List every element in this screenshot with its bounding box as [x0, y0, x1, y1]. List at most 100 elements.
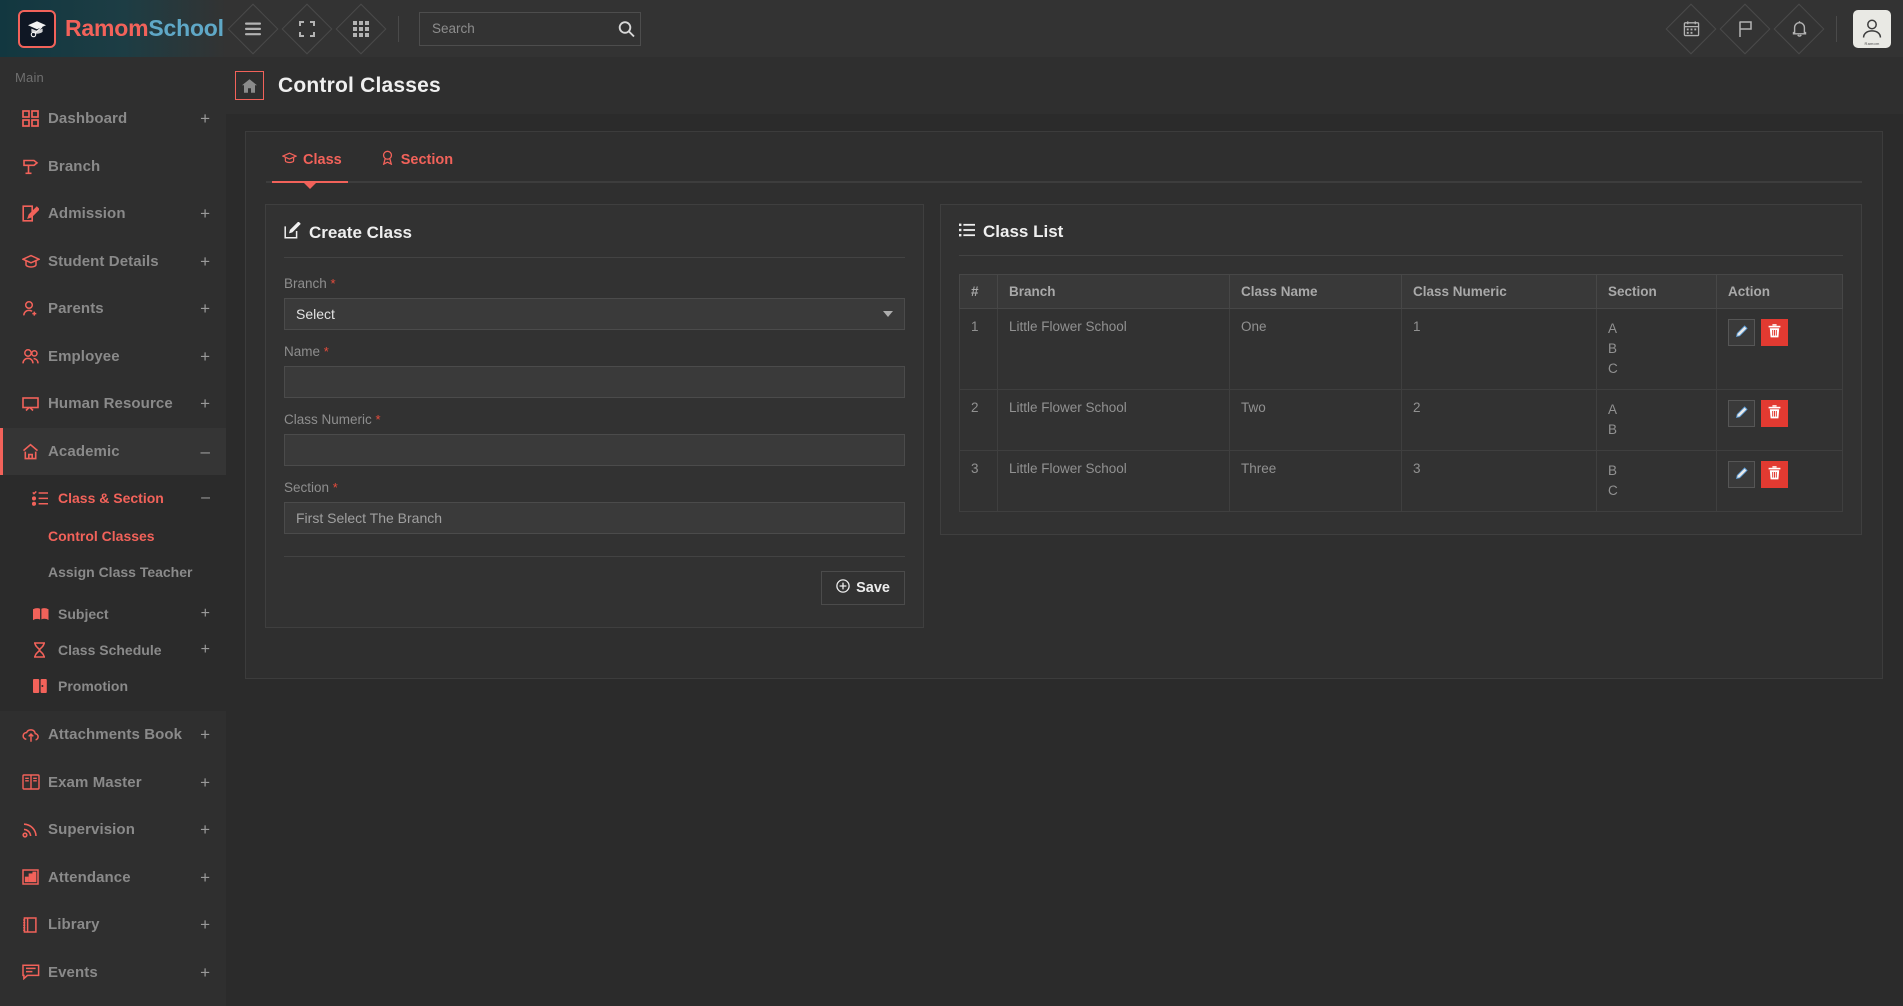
expander-icon[interactable]: + [200, 110, 210, 127]
expander-icon[interactable]: + [200, 253, 210, 270]
delete-button[interactable] [1761, 400, 1788, 427]
expander-icon[interactable]: + [200, 916, 210, 933]
section-value: B [1608, 341, 1618, 356]
search-icon[interactable] [618, 20, 635, 37]
sidebar-item-human-resource[interactable]: Human Resource + [0, 380, 226, 428]
grid-apps-icon[interactable] [334, 2, 388, 56]
sidebar-item-assign-class-teacher[interactable]: Assign Class Teacher [0, 554, 226, 590]
cell-class-name: Three [1229, 450, 1402, 512]
class-numeric-label-text: Class Numeric [284, 412, 372, 427]
delete-button[interactable] [1761, 319, 1788, 346]
table-row[interactable]: 3 Little Flower School Three 3 B C [959, 450, 1843, 512]
action-buttons [1728, 461, 1831, 488]
sidebar-item-class-and-section[interactable]: Class & Section – [0, 480, 226, 516]
library-book-icon [22, 917, 48, 933]
top-bar: Ramom School Search Ramom [0, 0, 1903, 57]
branch-label-text: Branch [284, 276, 327, 291]
cell-branch: Little Flower School [997, 308, 1230, 390]
sidebar-item-admission[interactable]: Admission + [0, 190, 226, 238]
sidebar-item-student-details[interactable]: Student Details + [0, 238, 226, 286]
expander-icon[interactable]: + [200, 348, 210, 365]
sidebar-item-promotion[interactable]: Promotion [0, 668, 226, 704]
branch-select[interactable]: Select [284, 298, 905, 330]
sidebar-item-dashboard[interactable]: Dashboard + [0, 95, 226, 143]
cell-branch: Little Flower School [997, 389, 1230, 451]
book-open-icon [32, 606, 58, 622]
hourglass-icon [32, 642, 58, 658]
search-box[interactable] [419, 11, 641, 46]
class-numeric-label: Class Numeric * [284, 412, 905, 427]
sidebar-item-label: Student Details [48, 252, 159, 270]
name-input[interactable] [284, 366, 905, 398]
name-label: Name * [284, 344, 905, 359]
name-field-group: Name * [284, 344, 905, 398]
sidebar-item-class-schedule[interactable]: Class Schedule + [0, 632, 226, 668]
expander-icon[interactable]: – [201, 490, 210, 506]
branch-select-value: Select [296, 306, 335, 322]
sidebar-item-parents[interactable]: Parents + [0, 285, 226, 333]
expander-icon[interactable]: + [201, 642, 210, 658]
expander-icon[interactable]: + [200, 205, 210, 222]
sidebar-item-attachments-book[interactable]: Attachments Book + [0, 711, 226, 759]
sidebar-item-supervision[interactable]: Supervision + [0, 806, 226, 854]
tab-section[interactable]: Section [380, 150, 453, 181]
class-section-submenu: Control Classes Assign Class Teacher [0, 516, 226, 596]
brand-name-second: School [148, 15, 224, 41]
hamburger-icon[interactable] [226, 2, 280, 56]
flag-icon[interactable] [1718, 2, 1772, 56]
section-placeholder-box[interactable]: First Select The Branch [284, 502, 905, 534]
sidebar-item-events[interactable]: Events + [0, 949, 226, 997]
sidebar-section-label: Main [15, 70, 44, 85]
expander-icon[interactable]: + [200, 774, 210, 791]
expander-icon[interactable]: – [201, 443, 210, 460]
sidebar-item-control-classes[interactable]: Control Classes [0, 518, 226, 554]
save-button[interactable]: Save [821, 571, 905, 605]
calendar-icon[interactable] [1664, 2, 1718, 56]
name-label-text: Name [284, 344, 321, 359]
expander-icon[interactable]: + [200, 726, 210, 743]
edit-button[interactable] [1728, 319, 1755, 346]
sidebar-item-academic[interactable]: Academic – [0, 427, 226, 475]
class-list-table: # Branch Class Name Class Numeric Sectio… [959, 274, 1843, 512]
pen-icon [1735, 466, 1748, 483]
cell-action [1716, 389, 1843, 451]
expand-icon[interactable] [280, 2, 334, 56]
sidebar-item-exam-master[interactable]: Exam Master + [0, 759, 226, 807]
bell-icon[interactable] [1772, 2, 1826, 56]
tab-underline [266, 181, 1862, 183]
home-icon[interactable] [235, 71, 264, 100]
tab-class[interactable]: Class [281, 151, 342, 181]
pen-icon [1735, 324, 1748, 341]
expander-icon[interactable]: + [200, 869, 210, 886]
brand-logo-area[interactable]: RamomSchool [0, 0, 226, 57]
column-header-section: Section [1596, 274, 1717, 309]
monitor-icon [22, 395, 48, 412]
section-field-group: Section * First Select The Branch [284, 480, 905, 534]
table-row[interactable]: 2 Little Flower School Two 2 A B [959, 389, 1843, 451]
delete-button[interactable] [1761, 461, 1788, 488]
signpost-icon [22, 158, 48, 175]
expander-icon[interactable]: + [200, 300, 210, 317]
expander-icon[interactable]: + [200, 964, 210, 981]
table-row[interactable]: 1 Little Flower School One 1 A B C [959, 308, 1843, 390]
column-header-index: # [959, 274, 998, 309]
edit-button[interactable] [1728, 400, 1755, 427]
avatar[interactable]: Ramom [1853, 9, 1891, 48]
class-numeric-input[interactable] [284, 434, 905, 466]
sidebar-item-label: Admission [48, 205, 126, 223]
class-list-panel: Class List # Branch Class Name Class Num… [940, 204, 1862, 535]
edit-square-icon [284, 221, 301, 244]
search-input[interactable] [419, 11, 641, 46]
expander-icon[interactable]: + [200, 821, 210, 838]
sidebar-item-library[interactable]: Library + [0, 901, 226, 949]
sidebar-item-branch[interactable]: Branch [0, 143, 226, 191]
expander-icon[interactable]: + [201, 606, 210, 622]
page-title: Control Classes [278, 73, 441, 97]
sidebar-item-employee[interactable]: Employee + [0, 333, 226, 381]
expander-icon[interactable]: + [200, 395, 210, 412]
home-icon [22, 443, 48, 460]
sidebar-item-attendance[interactable]: Attendance + [0, 854, 226, 902]
sidebar-item-label: Employee [48, 347, 120, 365]
edit-button[interactable] [1728, 461, 1755, 488]
sidebar-item-subject[interactable]: Subject + [0, 596, 226, 632]
